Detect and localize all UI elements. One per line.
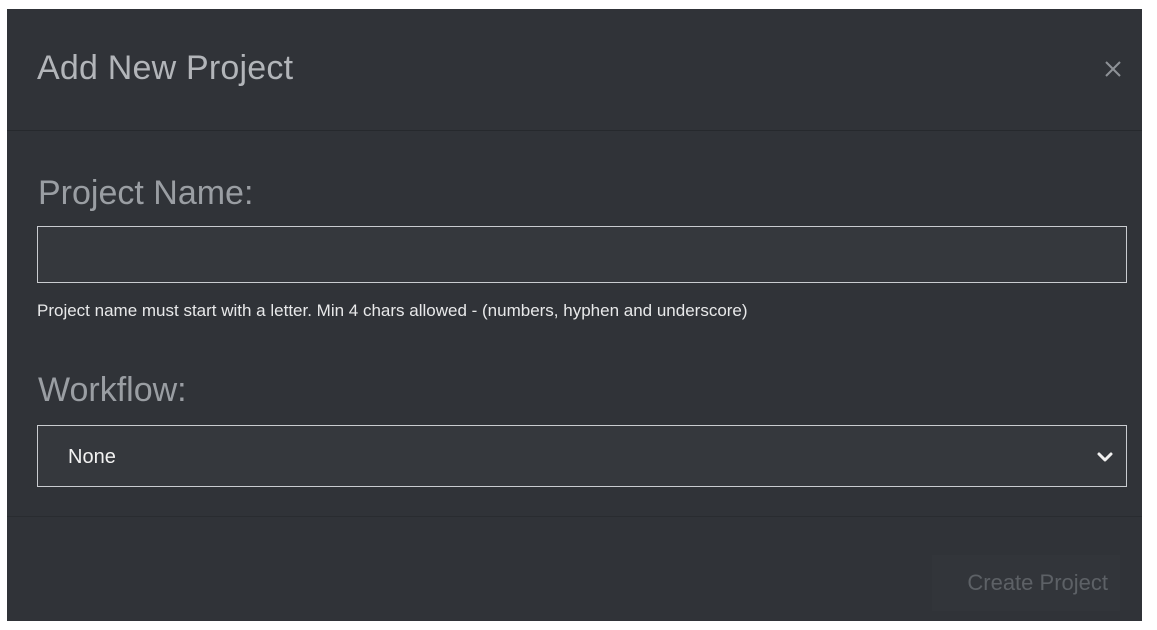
close-icon — [1105, 61, 1121, 77]
dialog-header: Add New Project — [7, 9, 1142, 131]
project-name-input[interactable] — [37, 226, 1127, 283]
workflow-selected-value: None — [68, 446, 116, 468]
project-name-help-text: Project name must start with a letter. M… — [37, 301, 748, 320]
dialog-title: Add New Project — [37, 49, 294, 87]
dialog-footer: Create Project — [7, 517, 1142, 621]
project-name-label: Project Name: — [38, 174, 254, 212]
chevron-down-icon — [1097, 452, 1113, 462]
add-project-dialog: Add New Project Project Name: Project na… — [7, 9, 1142, 621]
create-project-button[interactable]: Create Project — [932, 555, 1120, 611]
dialog-body: Project Name: Project name must start wi… — [7, 131, 1142, 517]
close-button[interactable] — [1100, 55, 1126, 81]
workflow-select[interactable]: None — [37, 425, 1127, 487]
workflow-label: Workflow: — [38, 371, 187, 409]
